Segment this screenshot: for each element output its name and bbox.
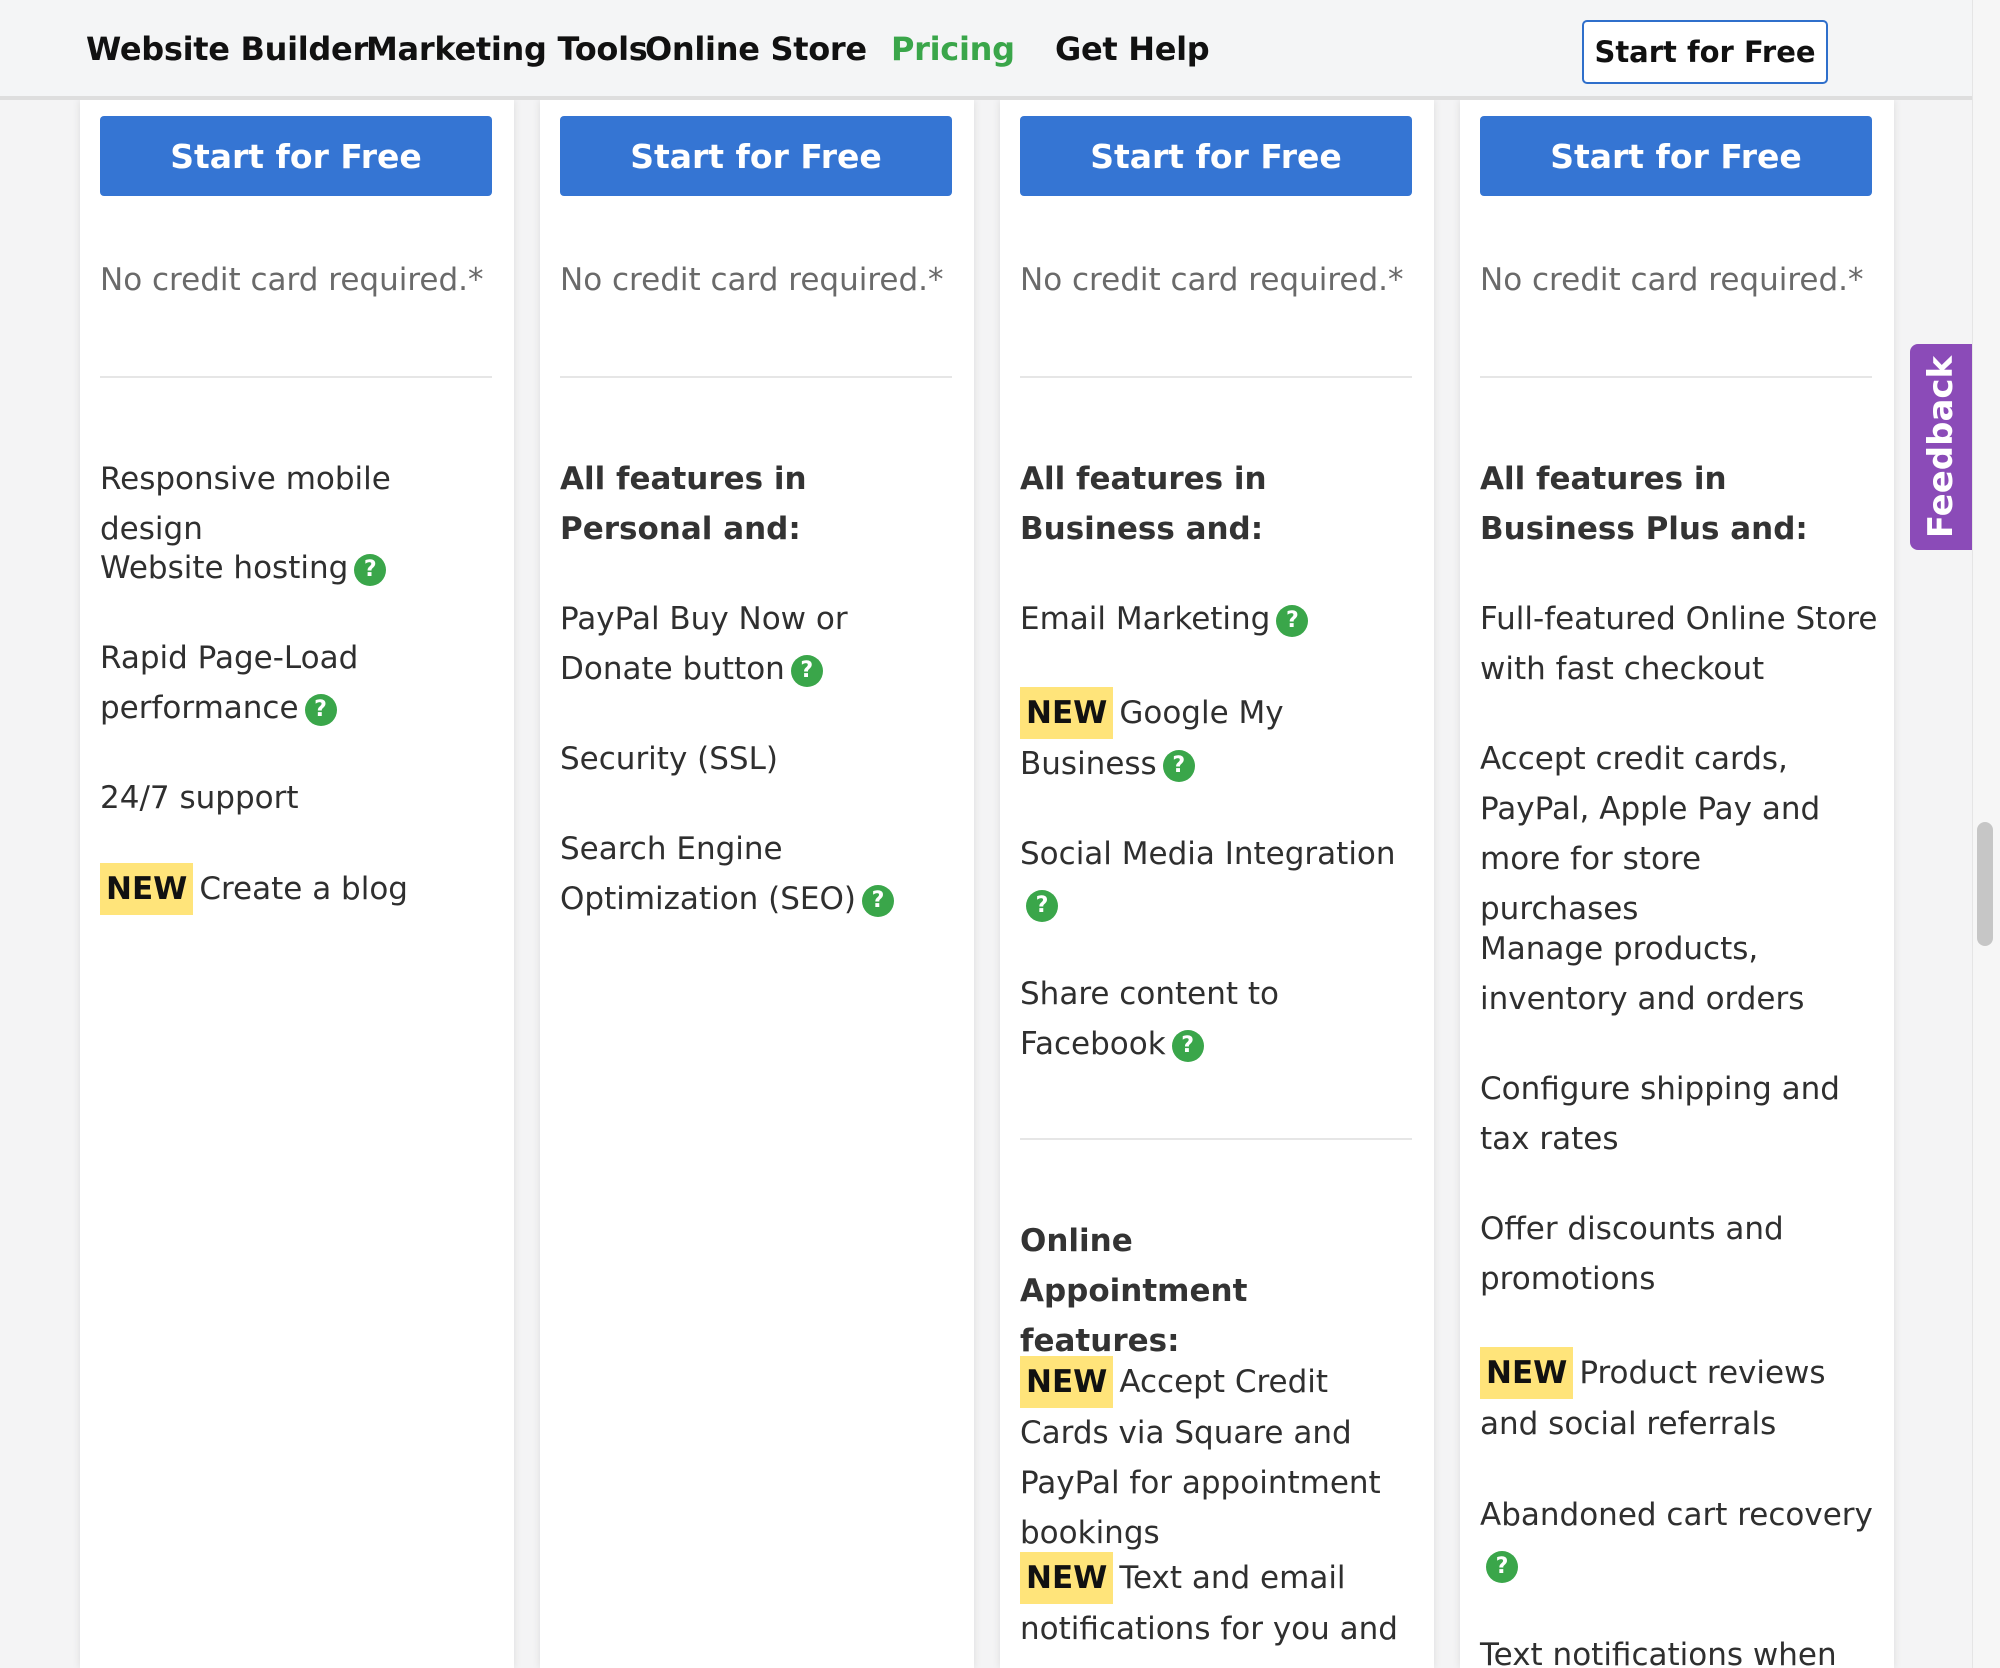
new-badge: NEW	[1020, 687, 1114, 739]
feedback-label: Feedback	[1921, 355, 1962, 539]
appointment-heading: Online Appointment features:	[1020, 1223, 1248, 1359]
nav-pricing[interactable]: Pricing	[891, 30, 1015, 68]
help-icon[interactable]: ?	[1486, 1550, 1518, 1583]
features-heading: All features in Business and:	[1020, 461, 1267, 547]
plan-column-1: Start for Free No credit card required.*…	[80, 100, 514, 1668]
help-icon[interactable]: ?	[1171, 1029, 1204, 1062]
divider	[1480, 376, 1872, 378]
plan-column-4: Start for Free No credit card required.*…	[1460, 100, 1894, 1668]
no-card-note: No credit card required.*	[560, 262, 944, 298]
nav-get-help[interactable]: Get Help	[1055, 30, 1210, 68]
feature-item: Email Marketing?	[1020, 594, 1420, 644]
nav-start-free-button[interactable]: Start for Free	[1582, 20, 1828, 84]
feature-item: Configure shipping and tax rates	[1480, 1071, 1840, 1157]
feature-item: NEW Text and email notifications for you …	[1020, 1552, 1416, 1654]
feature-item: Full-featured Online Store with fast che…	[1480, 601, 1878, 687]
feature-item: Abandoned cart recovery?	[1480, 1490, 1876, 1590]
divider	[1020, 1138, 1412, 1140]
start-free-button[interactable]: Start for Free	[1480, 116, 1872, 196]
new-badge: NEW	[1020, 1356, 1114, 1408]
new-badge: NEW	[1480, 1347, 1574, 1399]
divider	[100, 376, 492, 378]
nav-website-builder[interactable]: Website Builder	[86, 30, 368, 68]
top-navigation: Website Builder Marketing Tools Online S…	[0, 0, 1972, 100]
nav-online-store[interactable]: Online Store	[645, 30, 867, 68]
help-icon[interactable]: ?	[1276, 604, 1309, 637]
help-icon[interactable]: ?	[1162, 749, 1195, 782]
feature-item: PayPal Buy Now or Donate button?	[560, 601, 848, 687]
help-icon[interactable]: ?	[862, 884, 895, 917]
start-free-button[interactable]: Start for Free	[100, 116, 492, 196]
scrollbar-thumb[interactable]	[1977, 822, 1993, 946]
feature-item: NEW Google My Business?	[1020, 687, 1416, 789]
feature-item: Accept credit cards, PayPal, Apple Pay a…	[1480, 741, 1821, 927]
new-badge: NEW	[1020, 1552, 1114, 1604]
nav-marketing-tools[interactable]: Marketing Tools	[366, 30, 648, 68]
start-free-button[interactable]: Start for Free	[1020, 116, 1412, 196]
help-icon[interactable]: ?	[1026, 889, 1058, 922]
feature-item: NEW Product reviews and social referrals	[1480, 1347, 1876, 1449]
feature-item: Offer discounts and promotions	[1480, 1211, 1784, 1297]
feature-item: Social Media Integration?	[1020, 829, 1400, 929]
feature-item: Text notifications when	[1480, 1637, 1837, 1668]
feature-item: Search Engine Optimization (SEO)?	[560, 824, 900, 924]
feature-item: Rapid Page-Load performance?	[100, 640, 359, 726]
plan-column-3: Start for Free No credit card required.*…	[1000, 100, 1434, 1668]
no-card-note: No credit card required.*	[100, 262, 484, 298]
divider	[1020, 376, 1412, 378]
feature-item: NEW Create a blog	[100, 863, 500, 915]
start-free-button[interactable]: Start for Free	[560, 116, 952, 196]
no-card-note: No credit card required.*	[1020, 262, 1404, 298]
features-heading: All features in Business Plus and:	[1480, 461, 1808, 547]
help-icon[interactable]: ?	[354, 553, 387, 586]
help-icon[interactable]: ?	[304, 693, 337, 726]
feature-item: 24/7 support	[100, 780, 299, 816]
feature-item: NEW Accept Credit Cards via Square and Pa…	[1020, 1356, 1416, 1558]
no-card-note: No credit card required.*	[1480, 262, 1864, 298]
help-icon[interactable]: ?	[790, 654, 823, 687]
new-badge: NEW	[100, 863, 194, 915]
feature-item: Share content to Facebook?	[1020, 976, 1279, 1062]
feature-item: Responsive mobile design	[100, 461, 391, 547]
feedback-tab[interactable]: Feedback	[1910, 344, 1972, 550]
feature-item: Website hosting?	[100, 543, 500, 593]
features-heading: All features in Personal and:	[560, 461, 807, 547]
feature-item: Security (SSL)	[560, 741, 778, 777]
feature-item: Manage products, inventory and orders	[1480, 931, 1805, 1017]
divider	[560, 376, 952, 378]
plan-column-2: Start for Free No credit card required.*…	[540, 100, 974, 1668]
